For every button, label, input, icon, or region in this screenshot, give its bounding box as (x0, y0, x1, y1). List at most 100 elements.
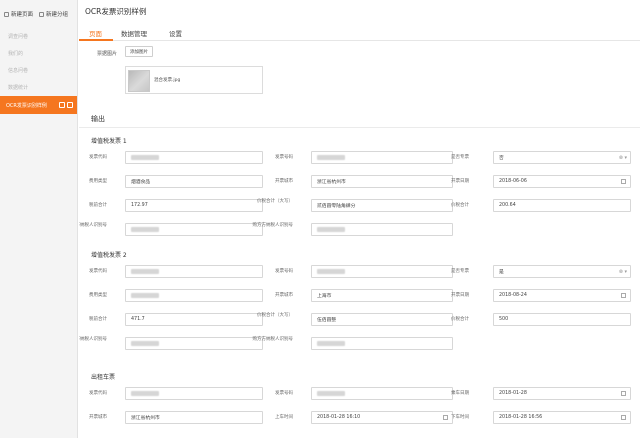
new-page-button[interactable]: 新建页面 (4, 10, 33, 18)
sidebar-item[interactable]: 我们的 (0, 45, 77, 62)
redacted-value (317, 155, 345, 160)
field-value: 2018-01-28 16:10 (317, 415, 361, 420)
section-title: 出租车票 (91, 374, 116, 381)
sidebar-toolbar: 新建页面 新建分组 (0, 0, 77, 28)
field-value: 2018-06-06 (499, 179, 527, 184)
field-value: 500 (499, 317, 509, 322)
field-label: 购方方纳税人识别号 (252, 223, 294, 228)
field-value: 2018-01-28 16:56 (499, 415, 543, 420)
text-field[interactable] (311, 337, 453, 350)
tab-page[interactable]: 页面 (89, 28, 102, 38)
field-label: 乘车日期 (451, 391, 469, 396)
field-value: 贰佰圆零陆角肆分 (317, 204, 356, 209)
field-label: 税前合计 (89, 203, 107, 208)
field-label: 开票日期 (451, 293, 469, 298)
field-value: 否 (499, 156, 504, 161)
field-value: 伍佰圆整 (317, 318, 337, 323)
field-label: 价税合计（大写） (257, 313, 293, 318)
redacted-value (131, 155, 159, 160)
calendar-icon[interactable] (621, 179, 626, 184)
sidebar-item[interactable]: 信息问卷 (0, 62, 77, 79)
field-label: 价税合计 (451, 317, 469, 322)
output-heading: 输出 (91, 115, 105, 123)
calendar-icon[interactable] (621, 415, 626, 420)
invoice-thumbnail (128, 70, 150, 92)
field-label: 开票城市 (275, 293, 293, 298)
page-title: OCR发票识别样例 (85, 7, 147, 16)
app-window: 新建页面 新建分组 调查问卷 我们的 信息问卷 数据统计 OCR发票识别样例 O… (0, 0, 640, 438)
chevron-down-icon[interactable]: ⊗ ▾ (619, 269, 627, 275)
field-label: 费用类型 (89, 179, 107, 184)
upload-label: 票据图片 (97, 51, 118, 57)
active-tab-indicator (79, 39, 113, 41)
text-field[interactable] (125, 151, 263, 164)
text-field[interactable]: 172.97 (125, 199, 263, 212)
field-label: 购方方纳税人识别号 (252, 337, 294, 342)
menu-icon[interactable] (67, 102, 73, 108)
new-group-button[interactable]: 新建分组 (39, 10, 68, 18)
add-image-button[interactable]: 添加图片 (125, 46, 153, 57)
redacted-value (131, 391, 159, 396)
redacted-value (317, 391, 345, 396)
field-label: 发票号码 (275, 391, 293, 396)
redacted-value (131, 293, 159, 298)
field-value: 2018-08-24 (499, 293, 527, 298)
redacted-value (317, 269, 345, 274)
new-group-icon (39, 11, 45, 17)
sidebar-item-active[interactable]: OCR发票识别样例 (0, 96, 77, 114)
field-label: 费用类型 (89, 293, 107, 298)
field-value: 上海市 (317, 294, 332, 299)
select-field[interactable]: 否 ⊗ ▾ (493, 151, 631, 164)
field-label: 开票城市 (275, 179, 293, 184)
new-page-icon (4, 11, 9, 17)
divider (79, 127, 640, 128)
sidebar-item[interactable]: 调查问卷 (0, 28, 77, 45)
file-card[interactable]: 混合发票.jpg (125, 66, 263, 94)
sidebar-item[interactable]: 数据统计 (0, 79, 77, 96)
text-field[interactable]: 浙江省杭州市 (125, 411, 263, 424)
tab-data-management[interactable]: 数据管理 (121, 28, 147, 38)
section-title: 增值税发票 2 (91, 252, 127, 259)
text-field[interactable] (125, 289, 263, 302)
field-label: 价税合计 (451, 203, 469, 208)
text-field[interactable]: 471.7 (125, 313, 263, 326)
field-label: 开票日期 (451, 179, 469, 184)
calendar-icon[interactable] (621, 391, 626, 396)
field-value: 471.7 (131, 317, 145, 322)
date-field[interactable]: 2018-01-28 16:56 (493, 411, 631, 424)
field-label: 是否专票 (451, 155, 469, 160)
text-field[interactable] (311, 223, 453, 236)
date-field[interactable]: 2018-08-24 (493, 289, 631, 302)
field-label: 销售方纳税人识别号 (79, 337, 107, 342)
text-field[interactable] (125, 387, 263, 400)
text-field[interactable] (125, 223, 263, 236)
date-field[interactable]: 2018-01-28 (493, 387, 631, 400)
text-field[interactable]: 200.64 (493, 199, 631, 212)
field-value: 172.97 (131, 203, 148, 208)
field-label: 发票代码 (89, 391, 107, 396)
date-field[interactable]: 2018-06-06 (493, 175, 631, 188)
sidebar: 新建页面 新建分组 调查问卷 我们的 信息问卷 数据统计 OCR发票识别样例 (0, 0, 78, 438)
redacted-value (131, 269, 159, 274)
field-value: 浙江省杭州市 (317, 180, 346, 185)
chevron-down-icon[interactable]: ⊗ ▾ (619, 155, 627, 161)
select-field[interactable]: 是 ⊗ ▾ (493, 265, 631, 278)
field-label: 是否专票 (451, 269, 469, 274)
text-field[interactable]: 500 (493, 313, 631, 326)
field-value: 是 (499, 270, 504, 275)
field-label: 税前合计 (89, 317, 107, 322)
redacted-value (317, 227, 345, 232)
file-name: 混合发票.jpg (154, 78, 181, 83)
copy-icon[interactable] (59, 102, 65, 108)
field-label: 开票城市 (89, 415, 107, 420)
field-value: 烟酒食品 (131, 180, 151, 185)
text-field[interactable]: 烟酒食品 (125, 175, 263, 188)
redacted-value (317, 341, 345, 346)
field-value: 200.64 (499, 203, 516, 208)
tab-settings[interactable]: 设置 (169, 28, 182, 38)
field-label: 发票号码 (275, 269, 293, 274)
text-field[interactable] (125, 337, 263, 350)
text-field[interactable] (125, 265, 263, 278)
field-value: 2018-01-28 (499, 391, 527, 396)
calendar-icon[interactable] (621, 293, 626, 298)
